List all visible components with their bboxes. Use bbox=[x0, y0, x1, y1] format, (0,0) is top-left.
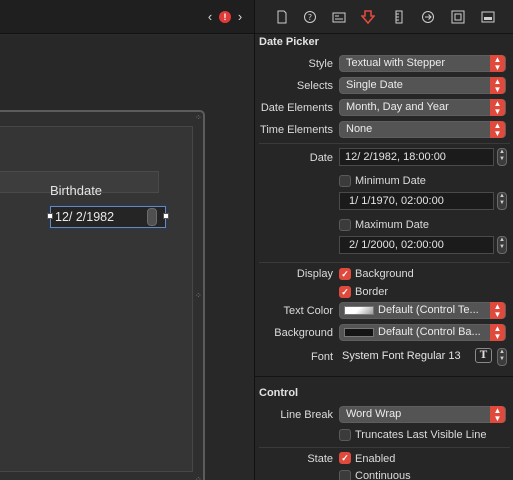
date-elements-value: Month, Day and Year bbox=[346, 101, 449, 113]
enabled-checkbox[interactable]: ✓ bbox=[339, 452, 351, 464]
style-label: Style bbox=[308, 58, 333, 70]
text-color-well[interactable]: Default (Control Te... ▲ ▼ bbox=[339, 302, 506, 319]
maximum-date-label: Maximum Date bbox=[355, 219, 429, 231]
chevron-updown-icon: ▲ ▼ bbox=[490, 55, 505, 72]
divider bbox=[259, 143, 510, 144]
stepper-icon[interactable] bbox=[147, 208, 157, 226]
date-elements-popup[interactable]: Month, Day and Year ▲ ▼ bbox=[339, 99, 506, 116]
time-elements-label: Time Elements bbox=[260, 124, 333, 136]
font-field[interactable]: System Font Regular 13 bbox=[339, 347, 494, 365]
window-frame[interactable]: ⁘ ⁘ ⁘ bbox=[0, 110, 205, 480]
divider bbox=[259, 262, 510, 263]
state-label: State bbox=[307, 453, 333, 465]
background-checkbox-label: Background bbox=[355, 268, 414, 280]
nav-back-icon[interactable]: ‹ bbox=[204, 10, 216, 24]
help-icon[interactable]: ? bbox=[303, 10, 317, 24]
background-color-value: Default (Control Ba... bbox=[378, 326, 481, 338]
selects-popup[interactable]: Single Date ▲ ▼ bbox=[339, 77, 506, 94]
text-color-value: Default (Control Te... bbox=[378, 304, 479, 316]
background-color-label: Background bbox=[274, 327, 333, 339]
style-popup[interactable]: Textual with Stepper ▲ ▼ bbox=[339, 55, 506, 72]
border-checkbox-label: Border bbox=[355, 286, 389, 298]
selects-value: Single Date bbox=[346, 79, 403, 91]
background-color-well[interactable]: Default (Control Ba... ▲ ▼ bbox=[339, 324, 506, 341]
resize-handle-icon[interactable]: ⁘ bbox=[195, 476, 202, 480]
identity-inspector-icon[interactable] bbox=[332, 10, 346, 24]
file-inspector-icon[interactable] bbox=[275, 10, 289, 24]
selection-handle-right[interactable] bbox=[163, 213, 169, 219]
date-elements-label: Date Elements bbox=[260, 102, 333, 114]
bindings-inspector-icon[interactable] bbox=[451, 10, 465, 24]
attributes-inspector-icon[interactable] bbox=[361, 10, 375, 24]
control-section-title: Control bbox=[259, 387, 299, 399]
time-elements-popup[interactable]: None ▲ ▼ bbox=[339, 121, 506, 138]
size-inspector-icon[interactable] bbox=[392, 10, 406, 24]
chevron-updown-icon: ▲ ▼ bbox=[490, 121, 505, 138]
border-checkbox[interactable]: ✓ bbox=[339, 286, 351, 298]
date-picker-section-title: Date Picker bbox=[259, 36, 319, 48]
minimum-date-stepper[interactable]: ▲ ▼ bbox=[497, 192, 507, 210]
issue-warning-badge[interactable]: ! bbox=[219, 11, 231, 23]
view-effects-inspector-icon[interactable] bbox=[481, 10, 495, 24]
background-color-swatch bbox=[344, 328, 374, 337]
font-label: Font bbox=[310, 351, 333, 363]
continuous-checkbox[interactable] bbox=[339, 470, 351, 480]
text-color-swatch bbox=[344, 306, 374, 315]
resize-handle-icon[interactable]: ⁘ bbox=[195, 292, 202, 300]
continuous-checkbox-label: Continuous bbox=[355, 470, 411, 480]
line-break-value: Word Wrap bbox=[346, 408, 402, 420]
font-picker-icon[interactable]: T bbox=[475, 348, 492, 363]
minimum-date-label: Minimum Date bbox=[355, 175, 426, 187]
interface-canvas: ! ‹ › ⁘ ⁘ ⁘ Birthdate 12/ 2/1982 bbox=[0, 0, 254, 480]
background-checkbox[interactable]: ✓ bbox=[339, 268, 351, 280]
font-size-stepper[interactable]: ▲ ▼ bbox=[497, 348, 507, 366]
font-value: System Font Regular 13 bbox=[342, 350, 461, 362]
section-divider bbox=[255, 376, 513, 377]
chevron-updown-icon: ▲ ▼ bbox=[490, 302, 505, 319]
minimum-date-checkbox[interactable] bbox=[339, 175, 351, 187]
enabled-checkbox-label: Enabled bbox=[355, 453, 396, 465]
date-label: Date bbox=[309, 152, 333, 164]
inspector-toolbar: ? bbox=[255, 0, 513, 34]
maximum-date-checkbox[interactable] bbox=[339, 219, 351, 231]
maximum-date-field[interactable]: 2/ 1/2000, 02:00:00 bbox=[339, 236, 494, 254]
svg-text:?: ? bbox=[308, 13, 312, 22]
line-break-label: Line Break bbox=[280, 409, 333, 421]
chevron-updown-icon: ▲ ▼ bbox=[490, 99, 505, 116]
date-field[interactable]: 12/ 2/1982, 18:00:00 bbox=[339, 148, 494, 166]
birthdate-date-picker[interactable]: 12/ 2/1982 bbox=[50, 206, 166, 228]
display-label: Display bbox=[296, 268, 333, 280]
divider bbox=[259, 447, 510, 448]
birthdate-value: 12/ 2/1982 bbox=[55, 210, 115, 224]
minimum-date-field[interactable]: 1/ 1/1970, 02:00:00 bbox=[339, 192, 494, 210]
chevron-updown-icon: ▲ ▼ bbox=[490, 77, 505, 94]
canvas-jump-bar: ! ‹ › bbox=[0, 0, 254, 34]
attributes-inspector: ? Date Picker Style Textual with Stepper… bbox=[254, 0, 513, 480]
time-elements-value: None bbox=[346, 123, 373, 135]
date-stepper[interactable]: ▲ ▼ bbox=[497, 148, 507, 166]
window-content-view bbox=[0, 126, 193, 472]
chevron-updown-icon: ▲ ▼ bbox=[490, 324, 505, 341]
text-color-label: Text Color bbox=[283, 305, 333, 317]
truncates-checkbox-label: Truncates Last Visible Line bbox=[355, 429, 487, 441]
chevron-updown-icon: ▲ ▼ bbox=[490, 406, 505, 423]
maximum-date-stepper[interactable]: ▲ ▼ bbox=[497, 236, 507, 254]
connections-inspector-icon[interactable] bbox=[421, 10, 435, 24]
nav-forward-icon[interactable]: › bbox=[234, 10, 246, 24]
style-value: Textual with Stepper bbox=[346, 57, 446, 69]
line-break-popup[interactable]: Word Wrap ▲ ▼ bbox=[339, 406, 506, 423]
truncates-checkbox[interactable] bbox=[339, 429, 351, 441]
selects-label: Selects bbox=[296, 80, 333, 92]
resize-handle-icon[interactable]: ⁘ bbox=[195, 114, 202, 122]
selection-handle-left[interactable] bbox=[47, 213, 53, 219]
canvas-area: ⁘ ⁘ ⁘ Birthdate 12/ 2/1982 bbox=[0, 35, 254, 480]
birthdate-label[interactable]: Birthdate bbox=[50, 183, 102, 198]
